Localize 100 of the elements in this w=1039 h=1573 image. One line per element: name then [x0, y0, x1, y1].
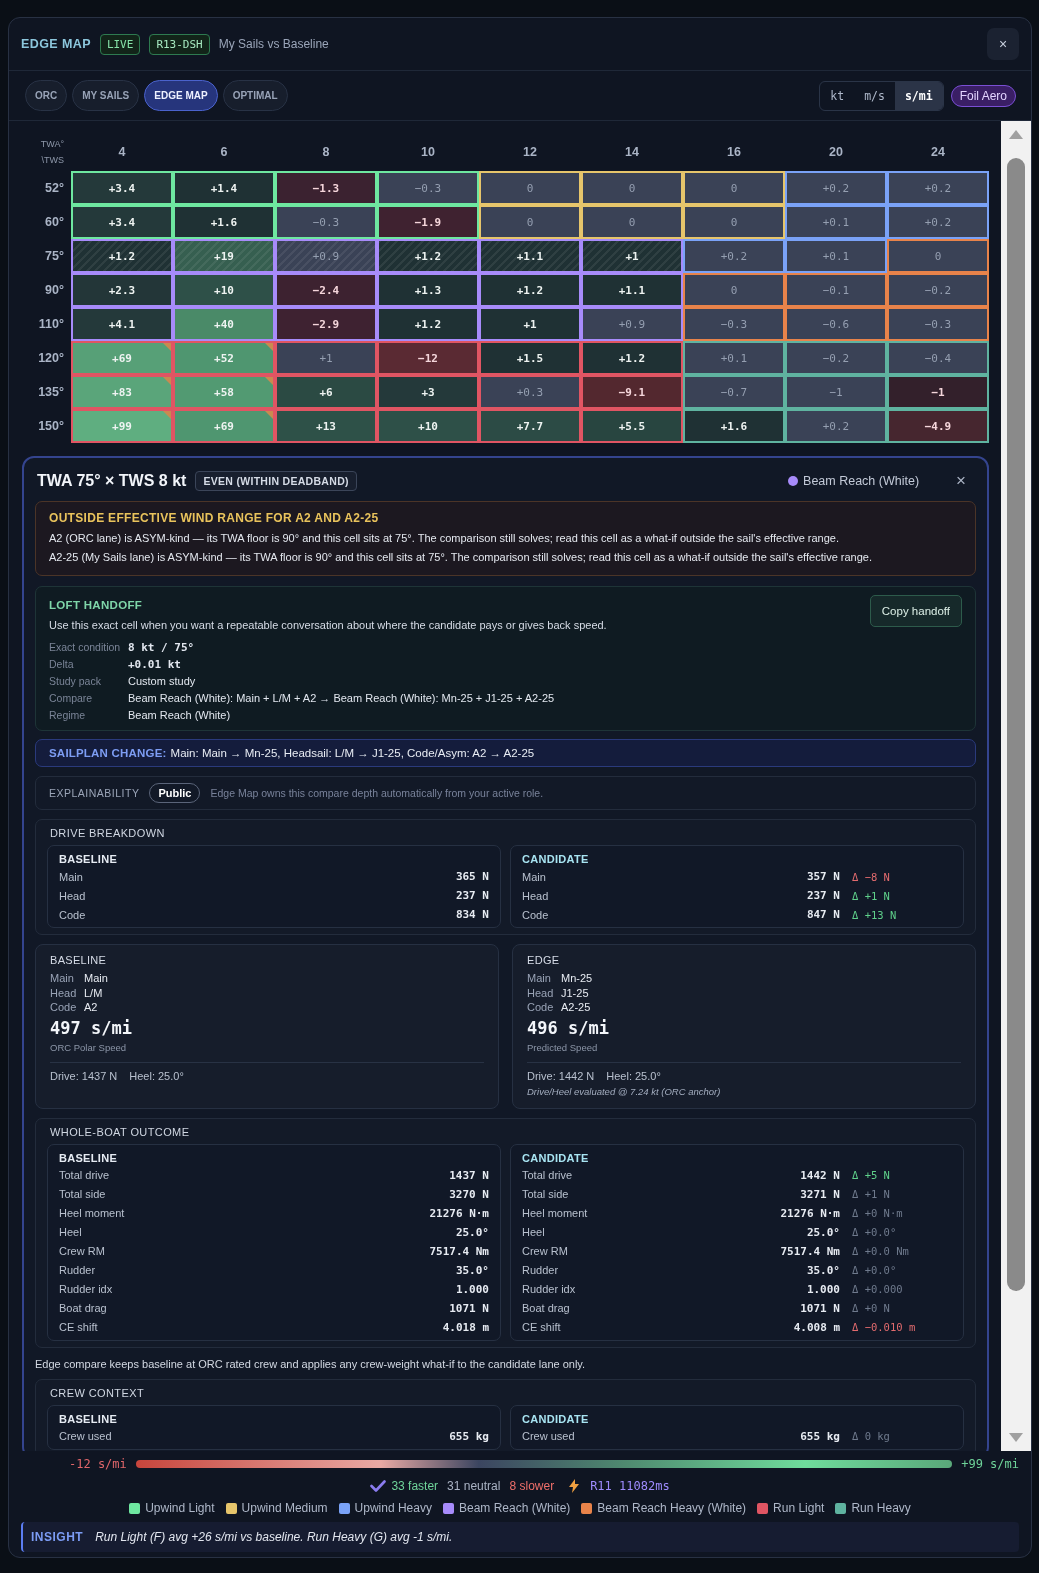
grid-cell[interactable]: 0: [683, 171, 785, 205]
grid-cell[interactable]: +0.1: [683, 341, 785, 375]
grid-cell[interactable]: +3.4: [71, 205, 173, 239]
lane-title: BASELINE: [59, 852, 119, 867]
grid-cell[interactable]: −0.2: [887, 273, 989, 307]
grid-cell[interactable]: +1.2: [377, 239, 479, 273]
column-header: 4: [117, 144, 127, 161]
view-tab[interactable]: ORC: [25, 80, 68, 111]
grid-cell[interactable]: −0.7: [683, 375, 785, 409]
grid-cell[interactable]: +19: [173, 239, 275, 273]
grid-cell[interactable]: +0.9: [581, 307, 683, 341]
grid-cell[interactable]: +1.4: [173, 171, 275, 205]
grid-cell[interactable]: +10: [173, 273, 275, 307]
grid-cell[interactable]: −9.1: [581, 375, 683, 409]
grid-cell[interactable]: −0.3: [683, 307, 785, 341]
grid-cell[interactable]: +10: [377, 409, 479, 443]
grid-cell[interactable]: +0.2: [887, 171, 989, 205]
sail-value: Main: [84, 971, 108, 986]
grid-cell[interactable]: −0.3: [887, 307, 989, 341]
unit-option[interactable]: kt: [820, 81, 855, 110]
view-tab[interactable]: EDGE MAP: [144, 80, 218, 111]
grid-cell[interactable]: +0.2: [683, 239, 785, 273]
scroll-down-icon[interactable]: [1009, 1433, 1023, 1442]
grid-cell[interactable]: −0.1: [785, 273, 887, 307]
grid-cell[interactable]: +1.1: [479, 239, 581, 273]
view-tab[interactable]: OPTIMAL: [222, 80, 288, 111]
grid-cell[interactable]: −4.9: [887, 409, 989, 443]
grid-cell[interactable]: 0: [887, 239, 989, 273]
grid-cell[interactable]: +4.1: [71, 307, 173, 341]
close-button[interactable]: ×: [954, 471, 968, 491]
grid-cell[interactable]: −0.3: [377, 171, 479, 205]
grid-cell[interactable]: +1.3: [377, 273, 479, 307]
metric-label: Boat drag: [522, 1302, 571, 1314]
grid-cell[interactable]: +0.9: [275, 239, 377, 273]
grid-cell[interactable]: +40: [173, 307, 275, 341]
grid-cell[interactable]: +6: [275, 375, 377, 409]
grid-cell[interactable]: −1.9: [377, 205, 479, 239]
grid-cell[interactable]: −0.4: [887, 341, 989, 375]
grid-cell[interactable]: 0: [581, 171, 683, 205]
grid-cell[interactable]: +3: [377, 375, 479, 409]
grid-cell[interactable]: +5.5: [581, 409, 683, 443]
grid-cell[interactable]: +0.2: [785, 171, 887, 205]
grid-cell[interactable]: −0.6: [785, 307, 887, 341]
grid-cell[interactable]: +3.4: [71, 171, 173, 205]
grid-cell[interactable]: −1.3: [275, 171, 377, 205]
unit-option[interactable]: s/mi: [894, 81, 943, 110]
metric-value: 365 N: [455, 870, 489, 883]
grid-cell[interactable]: +1.5: [479, 341, 581, 375]
legend-label: Upwind Medium: [241, 1501, 328, 1515]
unit-option[interactable]: m/s: [854, 81, 895, 110]
grid-cell[interactable]: +1: [479, 307, 581, 341]
metric-label: Head: [522, 889, 550, 902]
grid-cell[interactable]: +1.2: [377, 307, 479, 341]
scrollbar-thumb[interactable]: [1007, 158, 1025, 1291]
grid-cell[interactable]: −12: [377, 341, 479, 375]
close-button[interactable]: ×: [987, 28, 1019, 60]
grid-cell[interactable]: +0.2: [785, 409, 887, 443]
grid-cell[interactable]: 0: [479, 171, 581, 205]
grid-cell[interactable]: −0.3: [275, 205, 377, 239]
grid-cell[interactable]: −0.2: [785, 341, 887, 375]
legend-label: Beam Reach Heavy (White): [597, 1501, 747, 1515]
column-header: 6: [219, 144, 229, 161]
grid-cell[interactable]: +0.2: [887, 205, 989, 239]
grid-cell[interactable]: +1: [275, 341, 377, 375]
field-label: Exact condition: [49, 640, 122, 655]
view-tab[interactable]: MY SAILS: [72, 80, 140, 111]
grid-cell[interactable]: +1.1: [581, 273, 683, 307]
grid-cell[interactable]: −1: [887, 375, 989, 409]
window-title: EDGE MAP: [21, 37, 91, 51]
grid-cell[interactable]: +1.6: [683, 409, 785, 443]
grid-cell[interactable]: +1.2: [581, 341, 683, 375]
metric-value: 655 kg: [449, 1429, 489, 1443]
grid-cell[interactable]: +13: [275, 409, 377, 443]
metric-label: Main: [59, 870, 84, 883]
scroll-up-icon[interactable]: [1009, 130, 1023, 139]
detail-title: TWA 75° × TWS 8 kt: [37, 472, 187, 490]
grid-cell[interactable]: 0: [581, 205, 683, 239]
grid-cell[interactable]: +1: [581, 239, 683, 273]
row-header: 90°: [44, 282, 65, 299]
grid-cell[interactable]: +0.3: [479, 375, 581, 409]
grid-cell[interactable]: 0: [683, 273, 785, 307]
grid-cell[interactable]: 0: [683, 205, 785, 239]
lane-title: BASELINE: [59, 1150, 119, 1166]
grid-cell[interactable]: −2.9: [275, 307, 377, 341]
grid-cell[interactable]: +1.2: [71, 239, 173, 273]
metric-delta: Δ +0.0 Nm: [851, 1245, 910, 1257]
grid-cell[interactable]: 0: [479, 205, 581, 239]
grid-cell[interactable]: +2.3: [71, 273, 173, 307]
grid-cell[interactable]: +1.2: [479, 273, 581, 307]
live-badge: LIVE: [99, 33, 141, 55]
grid-cell[interactable]: −2.4: [275, 273, 377, 307]
copy-button[interactable]: Copy handoff: [869, 595, 962, 627]
grid-cell[interactable]: +1.6: [173, 205, 275, 239]
grid-cell[interactable]: +0.1: [785, 239, 887, 273]
scrollbar-track[interactable]: [1001, 121, 1031, 1451]
grid-cell[interactable]: +7.7: [479, 409, 581, 443]
lane-title: BASELINE: [50, 953, 108, 968]
grid-cell[interactable]: −1: [785, 375, 887, 409]
grid-cell[interactable]: +0.1: [785, 205, 887, 239]
metric-label: Crew RM: [59, 1245, 106, 1257]
